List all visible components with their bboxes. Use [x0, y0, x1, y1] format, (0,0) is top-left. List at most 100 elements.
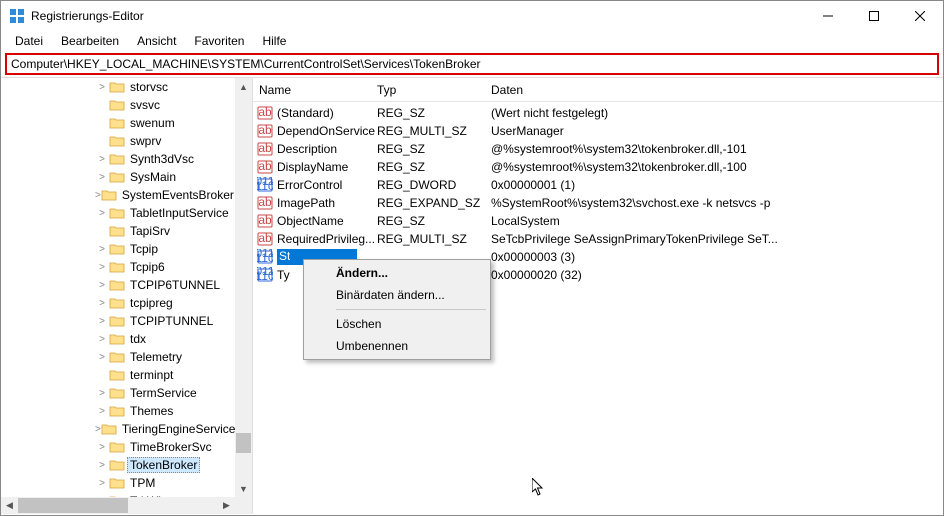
- tree-item[interactable]: >SysMain: [1, 168, 235, 186]
- expand-chevron-icon[interactable]: >: [95, 154, 109, 165]
- minimize-button[interactable]: [805, 1, 851, 31]
- tree-item[interactable]: >Tcpip: [1, 240, 235, 258]
- expand-chevron-icon[interactable]: >: [95, 280, 109, 291]
- list-row[interactable]: abImagePathREG_EXPAND_SZ%SystemRoot%\sys…: [253, 194, 943, 212]
- tree-vertical-scrollbar[interactable]: ▲ ▼: [235, 78, 252, 497]
- tree-item-label: Synth3dVsc: [127, 151, 197, 167]
- value-type: REG_SZ: [377, 160, 491, 174]
- column-name[interactable]: Name: [253, 83, 377, 97]
- value-type: REG_EXPAND_SZ: [377, 196, 491, 210]
- svg-text:ab: ab: [258, 231, 272, 245]
- titlebar: Registrierungs-Editor: [1, 1, 943, 31]
- tree-item-label: Telemetry: [127, 349, 185, 365]
- tree-item[interactable]: > Synth3dVsc: [1, 150, 235, 168]
- tree-item[interactable]: > Telemetry: [1, 348, 235, 366]
- tree-item[interactable]: >TimeBrokerSvc: [1, 438, 235, 456]
- tree-item[interactable]: TapiSrv: [1, 222, 235, 240]
- expand-chevron-icon[interactable]: >: [95, 388, 109, 399]
- tree-item[interactable]: terminpt: [1, 366, 235, 384]
- tree-horizontal-scrollbar[interactable]: ◀ ▶: [1, 497, 235, 514]
- tree-item-label: Tcpip6: [127, 259, 168, 275]
- expand-chevron-icon[interactable]: >: [95, 406, 109, 417]
- expand-chevron-icon[interactable]: >: [95, 244, 109, 255]
- tree-item[interactable]: > Tcpip6: [1, 258, 235, 276]
- scroll-up-arrow-icon[interactable]: ▲: [235, 78, 252, 95]
- value-data: SeTcbPrivilege SeAssignPrimaryTokenPrivi…: [491, 232, 943, 246]
- tree-item[interactable]: > TCPIPTUNNEL: [1, 312, 235, 330]
- tree-item[interactable]: >TPM: [1, 474, 235, 492]
- string-value-icon: ab: [257, 105, 273, 121]
- tree-item-label: tcpipreg: [127, 295, 176, 311]
- folder-icon: [109, 80, 125, 94]
- scroll-thumb[interactable]: [236, 433, 251, 453]
- scroll-right-arrow-icon[interactable]: ▶: [218, 497, 235, 514]
- folder-icon: [101, 422, 117, 436]
- tree-item[interactable]: >TieringEngineService: [1, 420, 235, 438]
- context-menu-item[interactable]: Löschen: [306, 313, 488, 335]
- tree-item[interactable]: > Themes: [1, 402, 235, 420]
- expand-chevron-icon[interactable]: >: [95, 478, 109, 489]
- menu-favoriten[interactable]: Favoriten: [186, 32, 252, 50]
- menu-hilfe[interactable]: Hilfe: [254, 32, 294, 50]
- expand-chevron-icon[interactable]: >: [95, 208, 109, 219]
- tree-item[interactable]: >TermService: [1, 384, 235, 402]
- scroll-thumb[interactable]: [18, 498, 128, 513]
- column-typ[interactable]: Typ: [377, 83, 491, 97]
- value-data: @%systemroot%\system32\tokenbroker.dll,-…: [491, 160, 943, 174]
- list-row[interactable]: ab(Standard)REG_SZ(Wert nicht festgelegt…: [253, 104, 943, 122]
- tree-item[interactable]: svsvc: [1, 96, 235, 114]
- scroll-down-arrow-icon[interactable]: ▼: [235, 480, 252, 497]
- expand-chevron-icon[interactable]: >: [95, 316, 109, 327]
- context-menu-item[interactable]: Umbenennen: [306, 335, 488, 357]
- list-row[interactable]: abDisplayNameREG_SZ@%systemroot%\system3…: [253, 158, 943, 176]
- string-value-icon: ab: [257, 141, 273, 157]
- expand-chevron-icon[interactable]: >: [95, 460, 109, 471]
- expand-chevron-icon[interactable]: >: [95, 352, 109, 363]
- menu-datei[interactable]: Datei: [7, 32, 51, 50]
- tree-item[interactable]: swenum: [1, 114, 235, 132]
- list-row[interactable]: 011110ErrorControlREG_DWORD0x00000001 (1…: [253, 176, 943, 194]
- expand-chevron-icon[interactable]: >: [95, 262, 109, 273]
- context-menu-item[interactable]: Binärdaten ändern...: [306, 284, 488, 306]
- list-row[interactable]: abDescriptionREG_SZ@%systemroot%\system3…: [253, 140, 943, 158]
- list-row[interactable]: abObjectNameREG_SZLocalSystem: [253, 212, 943, 230]
- expand-chevron-icon[interactable]: >: [95, 334, 109, 345]
- value-data: UserManager: [491, 124, 943, 138]
- expand-chevron-icon[interactable]: >: [95, 82, 109, 93]
- value-type: REG_SZ: [377, 214, 491, 228]
- folder-icon: [109, 134, 125, 148]
- maximize-button[interactable]: [851, 1, 897, 31]
- tree-item-label: Themes: [127, 403, 176, 419]
- tree-item-label: TCPIPTUNNEL: [127, 313, 216, 329]
- menubar: Datei Bearbeiten Ansicht Favoriten Hilfe: [1, 31, 943, 51]
- string-value-icon: ab: [257, 159, 273, 175]
- scroll-left-arrow-icon[interactable]: ◀: [1, 497, 18, 514]
- expand-chevron-icon[interactable]: >: [95, 442, 109, 453]
- tree-item[interactable]: >TabletInputService: [1, 204, 235, 222]
- tree-item[interactable]: >SystemEventsBroker: [1, 186, 235, 204]
- expand-chevron-icon[interactable]: >: [95, 298, 109, 309]
- svg-text:110: 110: [257, 269, 273, 283]
- close-button[interactable]: [897, 1, 943, 31]
- list-row[interactable]: abRequiredPrivileg...REG_MULTI_SZSeTcbPr…: [253, 230, 943, 248]
- tree-item[interactable]: > tcpipreg: [1, 294, 235, 312]
- menu-bearbeiten[interactable]: Bearbeiten: [53, 32, 127, 50]
- tree-item-label: svsvc: [127, 97, 163, 113]
- svg-text:ab: ab: [258, 105, 272, 119]
- binary-value-icon: 011110: [257, 249, 273, 265]
- menu-ansicht[interactable]: Ansicht: [129, 32, 184, 50]
- value-name: RequiredPrivileg...: [277, 232, 375, 246]
- value-name: DependOnService: [277, 124, 375, 138]
- tree-item[interactable]: >storvsc: [1, 78, 235, 96]
- folder-icon: [109, 296, 125, 310]
- tree-item[interactable]: >TCPIP6TUNNEL: [1, 276, 235, 294]
- context-menu-item[interactable]: Ändern...: [306, 262, 488, 284]
- tree-item[interactable]: swprv: [1, 132, 235, 150]
- column-daten[interactable]: Daten: [491, 83, 943, 97]
- list-row[interactable]: abDependOnServiceREG_MULTI_SZUserManager: [253, 122, 943, 140]
- tree-item[interactable]: >TokenBroker: [1, 456, 235, 474]
- expand-chevron-icon[interactable]: >: [95, 172, 109, 183]
- address-input[interactable]: [11, 57, 933, 71]
- folder-icon: [109, 404, 125, 418]
- tree-item[interactable]: >tdx: [1, 330, 235, 348]
